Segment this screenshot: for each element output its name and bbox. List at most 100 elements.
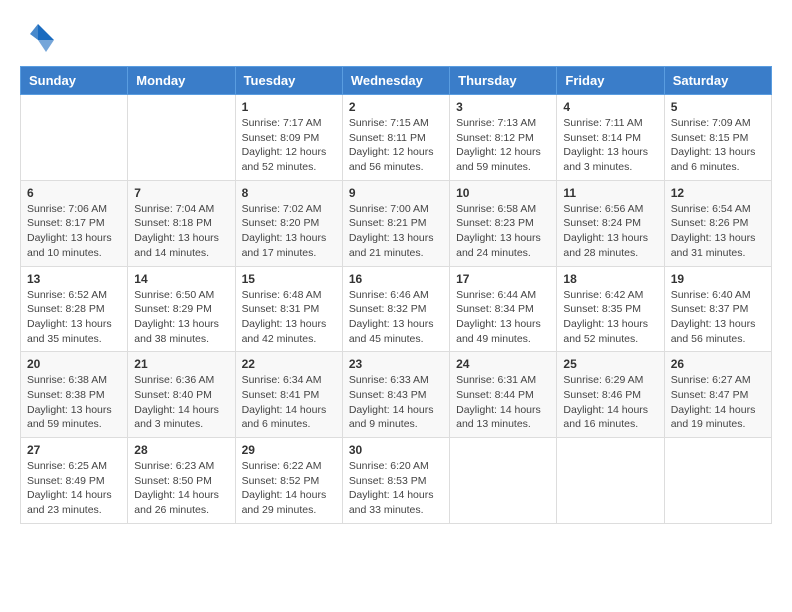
day-number: 8 — [242, 186, 336, 200]
calendar-cell — [21, 95, 128, 181]
day-number: 7 — [134, 186, 228, 200]
day-number: 5 — [671, 100, 765, 114]
day-header-monday: Monday — [128, 67, 235, 95]
day-number: 15 — [242, 272, 336, 286]
day-info: Sunrise: 6:58 AMSunset: 8:23 PMDaylight:… — [456, 202, 550, 261]
day-header-tuesday: Tuesday — [235, 67, 342, 95]
day-info: Sunrise: 6:23 AMSunset: 8:50 PMDaylight:… — [134, 459, 228, 518]
calendar-cell: 17Sunrise: 6:44 AMSunset: 8:34 PMDayligh… — [450, 266, 557, 352]
day-number: 14 — [134, 272, 228, 286]
day-info: Sunrise: 6:22 AMSunset: 8:52 PMDaylight:… — [242, 459, 336, 518]
day-header-saturday: Saturday — [664, 67, 771, 95]
day-info: Sunrise: 6:50 AMSunset: 8:29 PMDaylight:… — [134, 288, 228, 347]
day-info: Sunrise: 6:40 AMSunset: 8:37 PMDaylight:… — [671, 288, 765, 347]
day-number: 23 — [349, 357, 443, 371]
day-info: Sunrise: 6:27 AMSunset: 8:47 PMDaylight:… — [671, 373, 765, 432]
day-info: Sunrise: 6:20 AMSunset: 8:53 PMDaylight:… — [349, 459, 443, 518]
week-row-1: 6 Sunrise: 7:06 AMSunset: 8:17 PMDaylight… — [21, 180, 772, 266]
day-number: 25 — [563, 357, 657, 371]
day-number: 30 — [349, 443, 443, 457]
week-row-3: 20Sunrise: 6:38 AMSunset: 8:38 PMDayligh… — [21, 352, 772, 438]
calendar-cell — [557, 438, 664, 524]
calendar-cell: 4 Sunrise: 7:11 AMSunset: 8:14 PMDaylight… — [557, 95, 664, 181]
day-number: 13 — [27, 272, 121, 286]
week-row-4: 27 Sunrise: 6:25 AMSunset: 8:49 PMDayligh… — [21, 438, 772, 524]
calendar-cell: 30 Sunrise: 6:20 AMSunset: 8:53 PMDayligh… — [342, 438, 449, 524]
calendar-cell: 1Sunrise: 7:17 AMSunset: 8:09 PMDaylight… — [235, 95, 342, 181]
calendar-cell: 10 Sunrise: 6:58 AMSunset: 8:23 PMDayligh… — [450, 180, 557, 266]
logo-icon — [20, 20, 56, 56]
calendar-cell: 26Sunrise: 6:27 AMSunset: 8:47 PMDayligh… — [664, 352, 771, 438]
day-info: Sunrise: 7:04 AMSunset: 8:18 PMDaylight:… — [134, 202, 228, 261]
logo — [20, 20, 60, 56]
day-info: Sunrise: 6:38 AMSunset: 8:38 PMDaylight:… — [27, 373, 121, 432]
day-info: Sunrise: 6:29 AMSunset: 8:46 PMDaylight:… — [563, 373, 657, 432]
day-info: Sunrise: 6:54 AMSunset: 8:26 PMDaylight:… — [671, 202, 765, 261]
calendar-cell: 19 Sunrise: 6:40 AMSunset: 8:37 PMDayligh… — [664, 266, 771, 352]
calendar-cell: 22 Sunrise: 6:34 AMSunset: 8:41 PMDayligh… — [235, 352, 342, 438]
day-number: 1 — [242, 100, 336, 114]
day-info: Sunrise: 7:11 AMSunset: 8:14 PMDaylight:… — [563, 116, 657, 175]
day-info: Sunrise: 6:34 AMSunset: 8:41 PMDaylight:… — [242, 373, 336, 432]
calendar-cell: 7 Sunrise: 7:04 AMSunset: 8:18 PMDaylight… — [128, 180, 235, 266]
day-number: 19 — [671, 272, 765, 286]
day-number: 2 — [349, 100, 443, 114]
day-number: 6 — [27, 186, 121, 200]
calendar-cell — [450, 438, 557, 524]
day-info: Sunrise: 7:02 AMSunset: 8:20 PMDaylight:… — [242, 202, 336, 261]
calendar-cell — [664, 438, 771, 524]
calendar-cell: 13 Sunrise: 6:52 AMSunset: 8:28 PMDayligh… — [21, 266, 128, 352]
calendar-cell: 29 Sunrise: 6:22 AMSunset: 8:52 PMDayligh… — [235, 438, 342, 524]
day-number: 22 — [242, 357, 336, 371]
day-number: 27 — [27, 443, 121, 457]
day-info: Sunrise: 7:15 AMSunset: 8:11 PMDaylight:… — [349, 116, 443, 175]
day-number: 16 — [349, 272, 443, 286]
calendar-cell: 20Sunrise: 6:38 AMSunset: 8:38 PMDayligh… — [21, 352, 128, 438]
calendar-cell: 25 Sunrise: 6:29 AMSunset: 8:46 PMDayligh… — [557, 352, 664, 438]
day-header-thursday: Thursday — [450, 67, 557, 95]
calendar-cell — [128, 95, 235, 181]
day-info: Sunrise: 6:52 AMSunset: 8:28 PMDaylight:… — [27, 288, 121, 347]
day-info: Sunrise: 6:56 AMSunset: 8:24 PMDaylight:… — [563, 202, 657, 261]
calendar-cell: 12 Sunrise: 6:54 AMSunset: 8:26 PMDayligh… — [664, 180, 771, 266]
day-info: Sunrise: 7:09 AMSunset: 8:15 PMDaylight:… — [671, 116, 765, 175]
day-info: Sunrise: 6:31 AMSunset: 8:44 PMDaylight:… — [456, 373, 550, 432]
day-number: 29 — [242, 443, 336, 457]
day-info: Sunrise: 6:25 AMSunset: 8:49 PMDaylight:… — [27, 459, 121, 518]
week-row-0: 1Sunrise: 7:17 AMSunset: 8:09 PMDaylight… — [21, 95, 772, 181]
day-info: Sunrise: 7:06 AMSunset: 8:17 PMDaylight:… — [27, 202, 121, 261]
calendar-cell: 23Sunrise: 6:33 AMSunset: 8:43 PMDayligh… — [342, 352, 449, 438]
calendar-cell: 16 Sunrise: 6:46 AMSunset: 8:32 PMDayligh… — [342, 266, 449, 352]
day-info: Sunrise: 7:13 AMSunset: 8:12 PMDaylight:… — [456, 116, 550, 175]
day-info: Sunrise: 6:36 AMSunset: 8:40 PMDaylight:… — [134, 373, 228, 432]
day-header-wednesday: Wednesday — [342, 67, 449, 95]
calendar-cell: 14 Sunrise: 6:50 AMSunset: 8:29 PMDayligh… — [128, 266, 235, 352]
calendar-cell: 24 Sunrise: 6:31 AMSunset: 8:44 PMDayligh… — [450, 352, 557, 438]
calendar-cell: 21 Sunrise: 6:36 AMSunset: 8:40 PMDayligh… — [128, 352, 235, 438]
calendar-cell: 27 Sunrise: 6:25 AMSunset: 8:49 PMDayligh… — [21, 438, 128, 524]
week-row-2: 13 Sunrise: 6:52 AMSunset: 8:28 PMDayligh… — [21, 266, 772, 352]
header — [20, 20, 772, 56]
day-number: 10 — [456, 186, 550, 200]
calendar-cell: 9Sunrise: 7:00 AMSunset: 8:21 PMDaylight… — [342, 180, 449, 266]
calendar-cell: 11 Sunrise: 6:56 AMSunset: 8:24 PMDayligh… — [557, 180, 664, 266]
day-info: Sunrise: 7:00 AMSunset: 8:21 PMDaylight:… — [349, 202, 443, 261]
day-number: 3 — [456, 100, 550, 114]
day-header-sunday: Sunday — [21, 67, 128, 95]
calendar-cell: 3 Sunrise: 7:13 AMSunset: 8:12 PMDaylight… — [450, 95, 557, 181]
day-header-friday: Friday — [557, 67, 664, 95]
day-number: 21 — [134, 357, 228, 371]
day-number: 24 — [456, 357, 550, 371]
day-number: 4 — [563, 100, 657, 114]
calendar: SundayMondayTuesdayWednesdayThursdayFrid… — [20, 66, 772, 524]
calendar-cell: 5 Sunrise: 7:09 AMSunset: 8:15 PMDaylight… — [664, 95, 771, 181]
day-number: 12 — [671, 186, 765, 200]
day-info: Sunrise: 6:46 AMSunset: 8:32 PMDaylight:… — [349, 288, 443, 347]
calendar-cell: 2 Sunrise: 7:15 AMSunset: 8:11 PMDaylight… — [342, 95, 449, 181]
day-info: Sunrise: 6:48 AMSunset: 8:31 PMDaylight:… — [242, 288, 336, 347]
day-number: 17 — [456, 272, 550, 286]
day-info: Sunrise: 6:42 AMSunset: 8:35 PMDaylight:… — [563, 288, 657, 347]
calendar-header-row: SundayMondayTuesdayWednesdayThursdayFrid… — [21, 67, 772, 95]
day-number: 11 — [563, 186, 657, 200]
calendar-cell: 6 Sunrise: 7:06 AMSunset: 8:17 PMDaylight… — [21, 180, 128, 266]
